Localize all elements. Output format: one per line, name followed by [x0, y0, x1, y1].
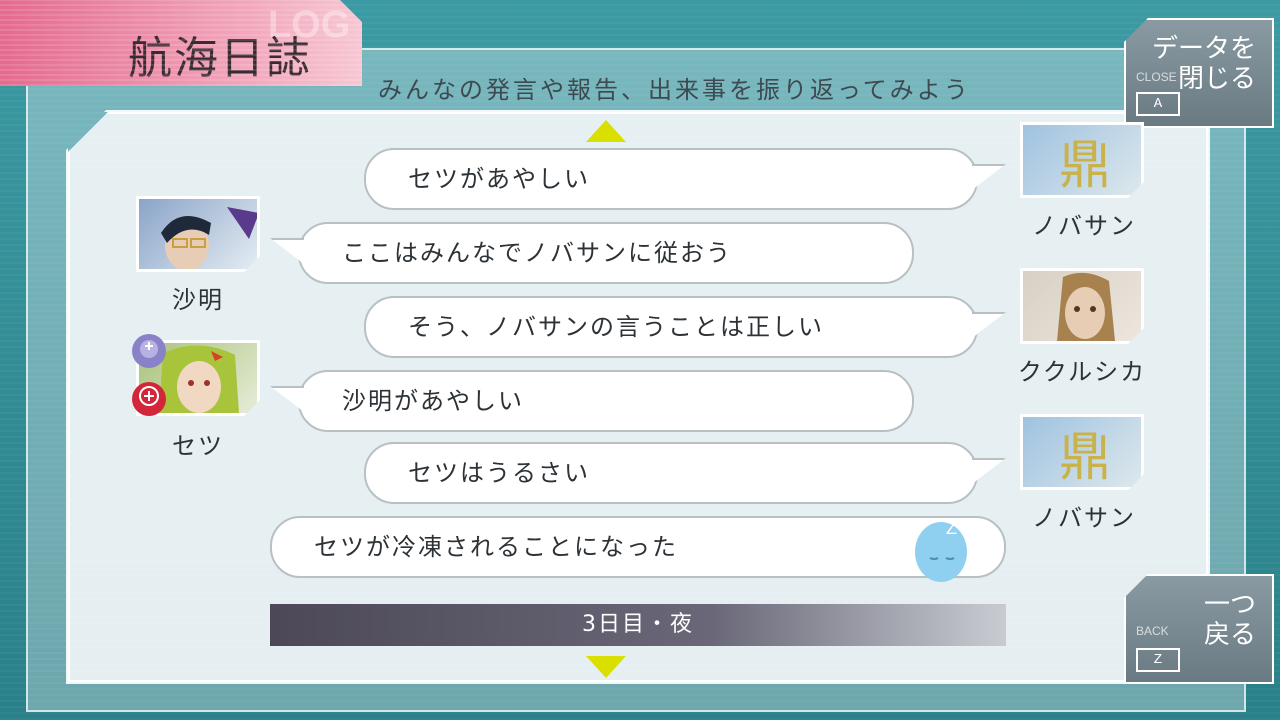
close-small-label: CLOSE	[1136, 70, 1177, 84]
portrait-nobasan-icon: 鼎	[1020, 122, 1144, 198]
back-key-hint: Z	[1136, 648, 1180, 672]
page-title: 航海日誌	[128, 33, 312, 84]
title-ghost-text: LOG	[268, 4, 351, 46]
back-button[interactable]: BACK 一つ 戻る Z	[1124, 574, 1274, 684]
back-label-line1: 一つ	[1203, 590, 1256, 620]
close-key-hint: A	[1136, 92, 1180, 116]
back-label-line2: 戻る	[1203, 620, 1256, 650]
speaker-name: 沙明	[172, 286, 224, 314]
speaker-name: ノバサン	[1032, 504, 1136, 532]
portrait-kukrushka-icon	[1020, 268, 1144, 344]
frozen-head-icon: Z	[915, 518, 967, 582]
svg-text:鼎: 鼎	[1059, 428, 1111, 488]
day-divider: 3日目・夜	[270, 604, 1006, 646]
title-banner: LOG 航海日誌	[0, 0, 362, 86]
doctor-role-icon	[132, 382, 166, 416]
close-label-line1: データを	[1151, 34, 1256, 64]
log-bubble: セツがあやしい	[364, 148, 978, 210]
svg-text:Z: Z	[946, 518, 959, 538]
log-bubble: セツはうるさい	[364, 442, 978, 504]
svg-text:鼎: 鼎	[1059, 136, 1111, 196]
page-subtitle: みんなの発言や報告、出来事を振り返ってみよう	[378, 76, 971, 104]
close-data-button[interactable]: CLOSE データを 閉じる A	[1124, 18, 1274, 128]
log-bubble: 沙明があやしい	[298, 370, 914, 432]
portrait-shamin-icon	[136, 196, 260, 272]
engineer-role-icon	[132, 334, 166, 368]
event-text: セツが冷凍されることになった	[314, 533, 678, 561]
speaker-name: ククルシカ	[1017, 358, 1147, 386]
log-bubble: そう、ノバサンの言うことは正しい	[364, 296, 978, 358]
log-bubble: ここはみんなでノバサンに従おう	[298, 222, 914, 284]
event-bubble: セツが冷凍されることになった Z	[270, 516, 1006, 582]
speaker-name: セツ	[172, 432, 224, 460]
speaker-name: ノバサン	[1032, 212, 1136, 240]
close-label-line2: 閉じる	[1177, 64, 1256, 94]
portrait-nobasan-icon: 鼎	[1020, 414, 1144, 490]
back-small-label: BACK	[1136, 624, 1169, 638]
